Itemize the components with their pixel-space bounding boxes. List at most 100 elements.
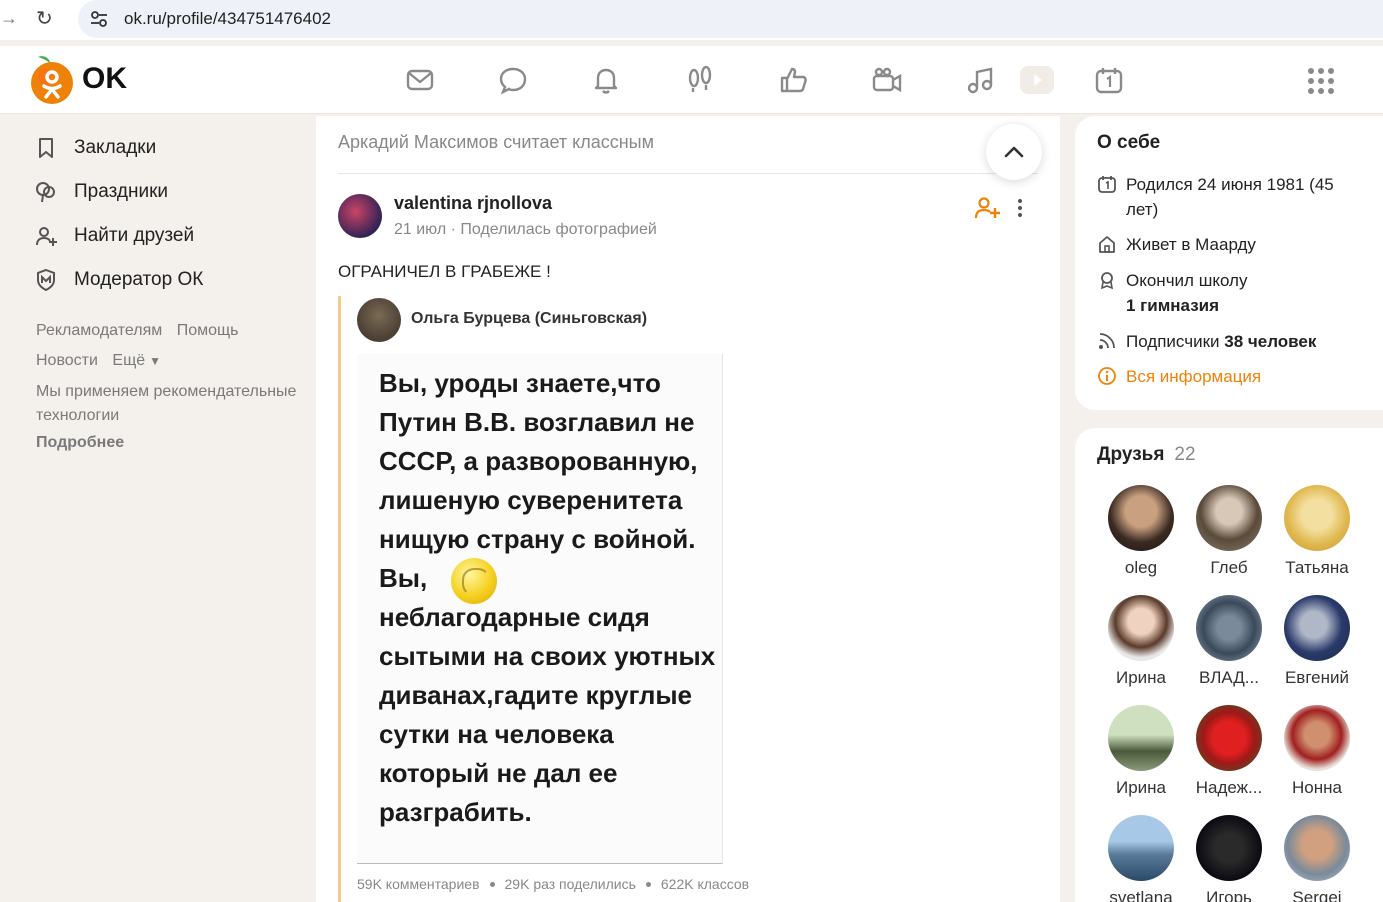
friend-item[interactable]: Нонна: [1273, 705, 1361, 798]
news-link[interactable]: Новости: [36, 352, 98, 369]
photo-text: Вы, уроды знаете,что Путин В.В. возглави…: [379, 364, 719, 832]
avatar: [1108, 705, 1174, 771]
subscribers-count[interactable]: 38 человек: [1224, 332, 1316, 351]
friend-item[interactable]: Игорь: [1185, 815, 1273, 902]
lives-text[interactable]: Живет в Маарду: [1126, 232, 1256, 257]
post-author[interactable]: valentina rjnollova: [394, 193, 552, 214]
about-school: Окончил школу 1 гимназия: [1097, 268, 1247, 318]
friends-title-text: Друзья: [1097, 444, 1165, 465]
sidebar-item-label: Закладки: [74, 137, 157, 158]
school-name[interactable]: 1 гимназия: [1126, 296, 1219, 315]
avatar: [1196, 485, 1262, 551]
friend-name: oleg: [1124, 558, 1158, 577]
photo-text-part-1: Вы, уроды знаете,что Путин В.В. возглави…: [379, 368, 698, 593]
sidebar-item-find-friends[interactable]: Найти друзей: [20, 214, 300, 258]
friend-name: svetlana: [1109, 888, 1173, 902]
friend-name: Ирина: [1115, 778, 1166, 797]
chat-icon[interactable]: [497, 64, 529, 96]
likes-count[interactable]: 622K классов: [661, 876, 749, 892]
sidebar-item-bookmarks[interactable]: Закладки: [20, 126, 300, 170]
avatar: [1284, 485, 1350, 551]
friend-item[interactable]: Надеж...: [1185, 705, 1273, 798]
forward-icon[interactable]: →: [0, 8, 18, 29]
mail-icon[interactable]: [404, 64, 436, 96]
post-date[interactable]: 21 июл: [394, 221, 446, 238]
divider: [338, 173, 1038, 174]
avatar: [1284, 815, 1350, 881]
more-options-icon[interactable]: [1014, 196, 1026, 220]
friend-item[interactable]: Sergei: [1273, 815, 1361, 902]
friend-name: Евгений: [1284, 668, 1350, 687]
avatar[interactable]: [338, 194, 382, 238]
sidebar-item-moderator[interactable]: Модератор ОК: [20, 258, 300, 302]
friend-item[interactable]: oleg: [1097, 485, 1185, 578]
friend-name: ВЛАД...: [1199, 668, 1259, 687]
rss-icon: [1099, 333, 1115, 349]
more-link[interactable]: Ещё ▼: [112, 352, 171, 369]
advertisers-link[interactable]: Рекламодателям: [36, 322, 162, 339]
help-link[interactable]: Помощь: [177, 322, 239, 339]
friend-item[interactable]: ВЛАД...: [1185, 595, 1273, 688]
scroll-up-button[interactable]: [986, 124, 1042, 180]
friend-name: Глеб: [1210, 558, 1248, 577]
video-camera-icon[interactable]: [871, 64, 903, 96]
avatar[interactable]: [357, 298, 401, 342]
left-sidebar: Закладки Праздники Найти друзей Модерато…: [20, 126, 300, 458]
calendar-icon[interactable]: [1093, 64, 1125, 96]
friends-title[interactable]: Друзья 22: [1097, 444, 1196, 466]
shares-count[interactable]: 29K раз поделились: [505, 876, 636, 892]
home-icon: [1099, 236, 1115, 253]
avatar: [1108, 595, 1174, 661]
sidebar-footer-links: Рекламодателям Помощь Новости Ещё ▼ Мы пр…: [20, 316, 300, 458]
info-icon: [1098, 367, 1116, 385]
sidebar-item-holidays[interactable]: Праздники: [20, 170, 300, 214]
footprints-icon[interactable]: [684, 64, 716, 96]
like-icon[interactable]: [778, 64, 810, 96]
comments-count[interactable]: 59K комментариев: [357, 876, 480, 892]
friend-item[interactable]: Глеб: [1185, 485, 1273, 578]
feed: Аркадий Максимов считает классным valent…: [316, 116, 1060, 902]
calendar-icon: [1098, 176, 1116, 193]
avatar: [1108, 815, 1174, 881]
repost-author[interactable]: Ольга Бурцева (Синьговская): [411, 310, 647, 328]
ok-apple-logo-icon: [31, 56, 73, 104]
school-icon: [1100, 272, 1114, 290]
url-text: ok.ru/profile/434751476402: [124, 9, 331, 28]
play-icon[interactable]: [1020, 66, 1054, 94]
surprised-emoji-icon: [451, 558, 497, 604]
all-info-text: Вся информация: [1126, 367, 1262, 386]
avatar: [1108, 485, 1174, 551]
separator-dot: ·: [450, 221, 461, 238]
all-info-link[interactable]: Вся информация: [1097, 364, 1261, 389]
friend-item[interactable]: svetlana: [1097, 815, 1185, 902]
post-action: Поделилась фотографией: [460, 221, 657, 238]
sidebar-item-label: Найти друзей: [74, 225, 195, 246]
school-label: Окончил школу: [1126, 271, 1248, 290]
site-settings-icon[interactable]: [88, 8, 110, 30]
caret-down-icon: ▼: [149, 354, 162, 368]
friend-item[interactable]: Ирина: [1097, 705, 1185, 798]
friend-name: Ирина: [1115, 668, 1166, 687]
details-link[interactable]: Подробнее: [36, 428, 300, 458]
sidebar-item-label: Праздники: [74, 181, 168, 202]
avatar: [1284, 595, 1350, 661]
friend-name: Надеж...: [1195, 778, 1263, 797]
add-person-icon: [36, 227, 57, 246]
friend-item[interactable]: Татьяна: [1273, 485, 1361, 578]
add-friend-icon[interactable]: [974, 196, 1000, 220]
about-subscribers: Подписчики 38 человек: [1097, 329, 1316, 354]
ok-logo[interactable]: OK: [28, 50, 138, 108]
address-bar[interactable]: ok.ru/profile/434751476402: [78, 0, 1383, 38]
friend-name: Нонна: [1292, 778, 1342, 797]
reload-icon[interactable]: ↻: [36, 6, 53, 31]
bell-icon[interactable]: [590, 64, 622, 96]
friend-item[interactable]: Евгений: [1273, 595, 1361, 688]
post-text: ОГРАНИЧЕЛ В ГРАБЕЖЕ !: [338, 262, 551, 281]
friend-name: Татьяна: [1285, 558, 1349, 577]
post-photo[interactable]: Вы, уроды знаете,что Путин В.В. возглави…: [357, 354, 723, 864]
friend-item[interactable]: Ирина: [1097, 595, 1185, 688]
friend-name: Игорь: [1206, 888, 1252, 902]
avatar: [1196, 595, 1262, 661]
music-icon[interactable]: [965, 64, 997, 96]
born-text: Родился 24 июня 1981 (45 лет): [1126, 175, 1334, 219]
